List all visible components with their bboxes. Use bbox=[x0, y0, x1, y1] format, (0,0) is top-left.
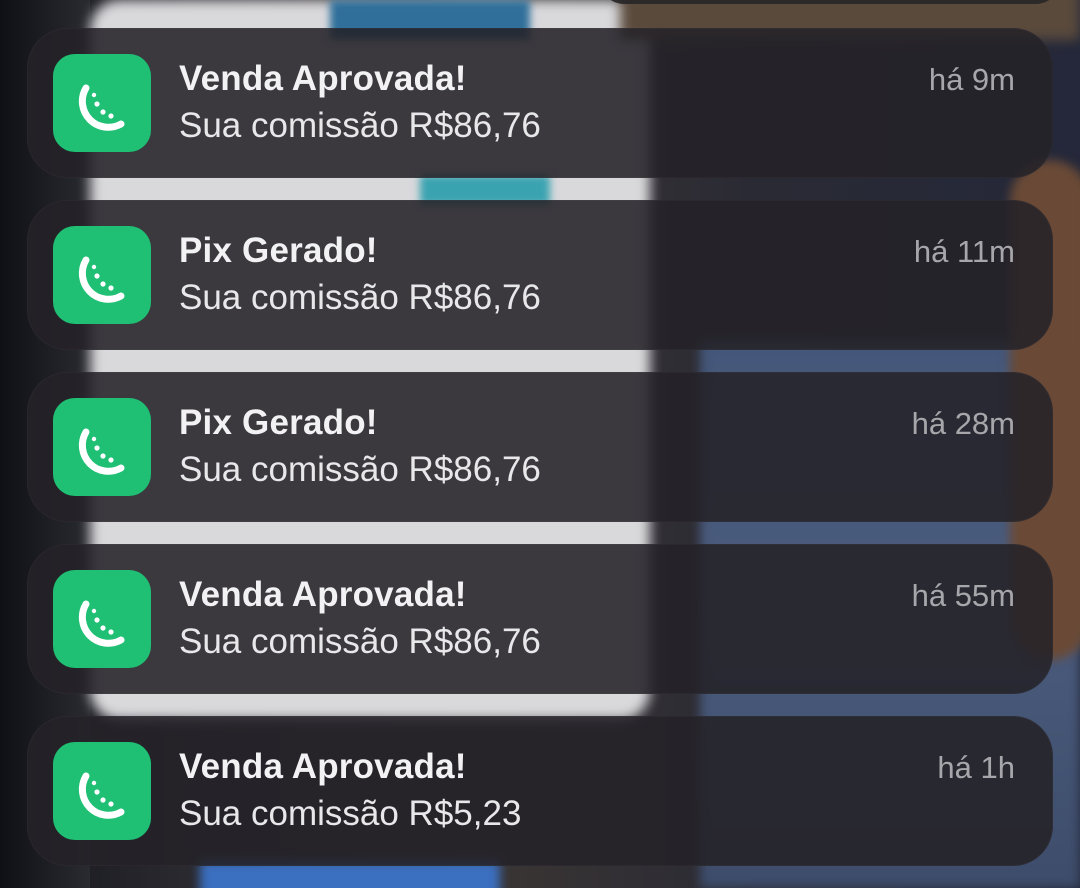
notification-time: há 1h bbox=[937, 750, 1015, 785]
melon-slice-icon bbox=[53, 742, 151, 840]
melon-slice-icon bbox=[53, 54, 151, 152]
notification-title: Venda Aprovada! bbox=[179, 575, 467, 614]
notification-card[interactable]: Venda Aprovada! Sua comissão R$86,76 há … bbox=[27, 544, 1053, 694]
notification-card[interactable]: Venda Aprovada! Sua comissão R$86,76 há … bbox=[27, 28, 1053, 178]
notification-stack: Venda Aprovada! Sua comissão R$86,76 há … bbox=[27, 28, 1053, 888]
notification-title: Pix Gerado! bbox=[179, 231, 378, 270]
previous-notification-edge bbox=[600, 0, 1060, 4]
notification-time: há 9m bbox=[928, 62, 1015, 97]
notification-time: há 28m bbox=[911, 406, 1015, 441]
lock-screen: Venda Aprovada! Sua comissão R$86,76 há … bbox=[0, 0, 1080, 888]
notification-body: Sua comissão R$86,76 bbox=[179, 106, 541, 145]
notification-time: há 11m bbox=[913, 234, 1015, 269]
notification-title: Venda Aprovada! bbox=[179, 747, 467, 786]
notification-body: Sua comissão R$86,76 bbox=[179, 278, 541, 317]
melon-slice-icon bbox=[53, 570, 151, 668]
notification-body: Sua comissão R$86,76 bbox=[179, 450, 541, 489]
notification-time: há 55m bbox=[911, 578, 1015, 613]
notification-card[interactable]: Venda Aprovada! Sua comissão R$5,23 há 1… bbox=[27, 716, 1053, 866]
notification-body: Sua comissão R$5,23 bbox=[179, 794, 522, 833]
notification-card[interactable]: Pix Gerado! Sua comissão R$86,76 há 28m bbox=[27, 372, 1053, 522]
notification-card[interactable]: Pix Gerado! Sua comissão R$86,76 há 11m bbox=[27, 200, 1053, 350]
melon-slice-icon bbox=[53, 398, 151, 496]
notification-body: Sua comissão R$86,76 bbox=[179, 622, 541, 661]
notification-title: Venda Aprovada! bbox=[179, 59, 467, 98]
melon-slice-icon bbox=[53, 226, 151, 324]
notification-title: Pix Gerado! bbox=[179, 403, 378, 442]
